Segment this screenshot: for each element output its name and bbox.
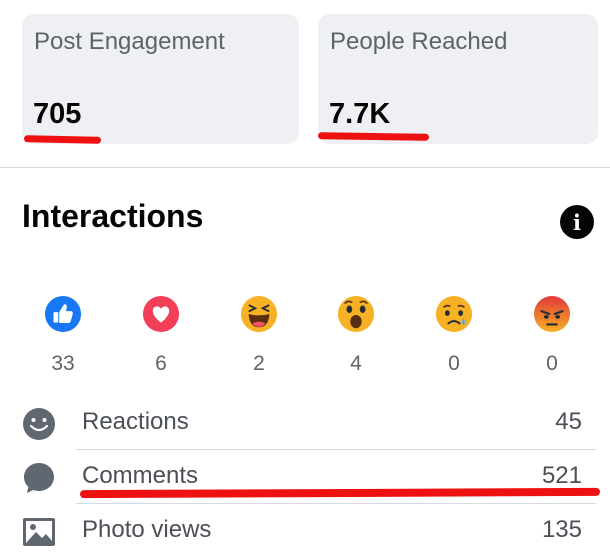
reaction-count: 0 — [448, 352, 460, 375]
reaction-wow[interactable]: 4 — [326, 295, 386, 376]
metric-label: Comments — [82, 462, 199, 489]
reaction-count: 0 — [546, 352, 558, 375]
smiley-icon — [23, 408, 55, 440]
people-reached-card[interactable]: People Reached 7.7K — [318, 14, 598, 144]
info-icon[interactable]: i — [560, 205, 594, 239]
comment-bubble-icon — [24, 463, 54, 493]
like-icon — [44, 295, 82, 333]
people-reached-label: People Reached — [330, 28, 508, 55]
sad-icon — [435, 295, 473, 333]
people-reached-value: 7.7K — [329, 98, 391, 130]
wow-icon — [337, 295, 375, 333]
interactions-title: Interactions — [22, 198, 204, 234]
metric-value: 135 — [541, 516, 582, 543]
post-engagement-value: 705 — [33, 98, 82, 130]
metric-row-reactions[interactable]: Reactions 45 — [0, 396, 610, 450]
reaction-haha[interactable]: 2 — [229, 295, 289, 376]
love-icon — [142, 295, 180, 333]
reaction-count: 2 — [253, 352, 265, 375]
reaction-like[interactable]: 33 — [33, 295, 93, 376]
metric-label: Photo views — [82, 516, 212, 543]
angry-icon — [533, 295, 571, 333]
metric-value: 521 — [541, 462, 582, 489]
photo-icon — [23, 518, 55, 546]
reaction-angry[interactable]: 0 — [522, 295, 582, 376]
metric-row-photo-views[interactable]: Photo views 135 — [0, 504, 610, 558]
haha-icon — [240, 295, 278, 333]
metric-label: Reactions — [82, 408, 189, 435]
section-divider — [0, 167, 610, 168]
reaction-count: 4 — [350, 352, 362, 375]
post-engagement-label: Post Engagement — [34, 28, 225, 55]
metric-value: 45 — [555, 408, 582, 435]
reaction-sad[interactable]: 0 — [424, 295, 484, 376]
reaction-count: 33 — [51, 352, 75, 375]
reaction-love[interactable]: 6 — [131, 295, 191, 376]
reaction-count: 6 — [155, 352, 167, 375]
post-engagement-card[interactable]: Post Engagement 705 — [22, 14, 299, 144]
